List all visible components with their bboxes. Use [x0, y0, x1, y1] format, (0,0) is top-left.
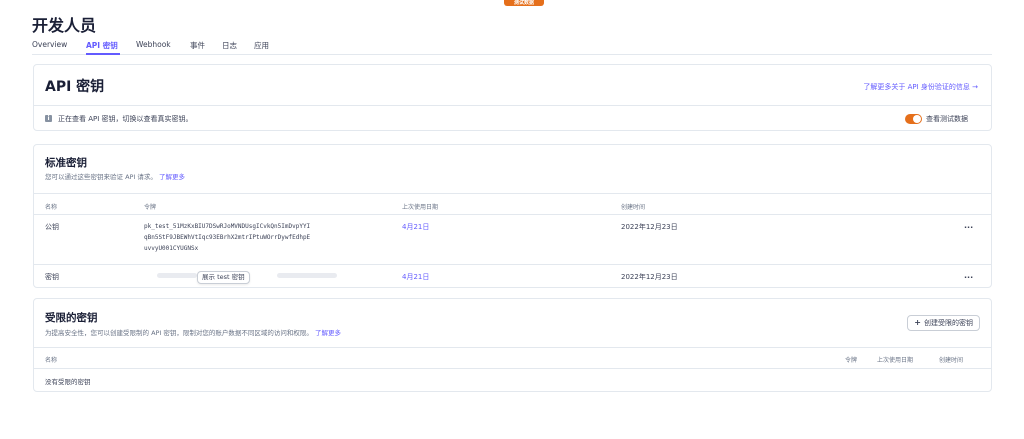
table-row-secret-key: 密钥 展示 test 密钥 4月21日 2022年12月23日 ...	[34, 266, 991, 286]
standard-subtitle-text: 您可以通过这些密钥来验证 API 请求。	[45, 173, 157, 181]
column-header-token: 令牌	[144, 204, 157, 211]
column-header-last-used: 上次使用日期	[402, 204, 439, 211]
restricted-keys-title: 受限的密钥	[45, 312, 98, 324]
tab-api-keys[interactable]: API 密钥	[86, 40, 118, 51]
tab-logs[interactable]: 日志	[222, 40, 237, 51]
column-header-name: 名称	[45, 204, 58, 211]
learn-more-auth-link[interactable]: 了解更多关于 API 身份验证的信息 →	[863, 82, 978, 92]
reveal-test-key-button[interactable]: 展示 test 密钥	[197, 271, 250, 284]
publishable-key-token-line[interactable]: uvvyU001CYUGNSx	[144, 243, 198, 254]
column-header-created: 创建时间	[939, 357, 964, 364]
active-tab-indicator	[86, 53, 120, 55]
api-keys-heading: API 密钥	[45, 79, 105, 95]
last-used-date: 4月21日	[402, 273, 430, 281]
publishable-key-token-line[interactable]: qBn5StF9JBEWhVtIqc93EBrhX2mtrIPtuWOrrDyw…	[144, 232, 310, 243]
test-data-toggle[interactable]	[905, 114, 922, 124]
toggle-label: 查看测试数据	[926, 115, 968, 123]
divider	[34, 368, 991, 369]
created-date: 2022年12月23日	[621, 223, 678, 231]
tab-apps[interactable]: 应用	[254, 40, 269, 51]
tab-webhook[interactable]: Webhook	[136, 40, 171, 49]
column-header-last-used: 上次使用日期	[877, 357, 914, 364]
notice-text: 正在查看 API 密钥，切换以查看真实密钥。	[58, 115, 193, 123]
last-used-date: 4月21日	[402, 223, 430, 231]
page-title: 开发人员	[32, 16, 97, 35]
standard-keys-subtitle: 您可以通过这些密钥来验证 API 请求。 了解更多	[45, 171, 185, 181]
publishable-key-token-line[interactable]: pk_test_51MzKxBIU7DSwRJoMVNDUsgICvkQn5Im…	[144, 221, 310, 232]
empty-state-text: 没有受限的密钥	[45, 378, 91, 386]
key-name: 公钥	[45, 223, 59, 231]
test-mode-badge: 测试数据	[504, 0, 544, 6]
column-header-name: 名称	[45, 357, 58, 364]
divider	[34, 214, 991, 215]
created-date: 2022年12月23日	[621, 273, 678, 281]
info-icon: i	[45, 115, 52, 122]
tab-events[interactable]: 事件	[190, 40, 205, 51]
standard-keys-title: 标准密钥	[45, 157, 87, 169]
column-header-created: 创建时间	[621, 204, 646, 211]
tab-overview[interactable]: Overview	[32, 40, 67, 49]
restricted-subtitle-text: 为提高安全性，您可以创建受限制的 API 密钥，限制对您的账户数据不同区域的访问…	[45, 329, 313, 337]
restricted-keys-card: 受限的密钥 为提高安全性，您可以创建受限制的 API 密钥，限制对您的账户数据不…	[33, 298, 992, 392]
masked-token-blur	[277, 273, 337, 278]
test-data-notice: i 正在查看 API 密钥，切换以查看真实密钥。 查看测试数据	[34, 105, 991, 131]
restricted-keys-subtitle: 为提高安全性，您可以创建受限制的 API 密钥，限制对您的账户数据不同区域的访问…	[45, 327, 341, 337]
key-name: 密钥	[45, 273, 59, 281]
column-header-token: 令牌	[845, 357, 858, 364]
divider	[34, 264, 991, 265]
api-keys-card: API 密钥 了解更多关于 API 身份验证的信息 → i 正在查看 API 密…	[33, 64, 992, 131]
divider	[34, 347, 991, 348]
create-restricted-key-button[interactable]: + 创建受限的密钥	[907, 315, 980, 331]
masked-token-blur	[157, 273, 197, 278]
row-menu-button[interactable]: ...	[964, 221, 973, 230]
masked-secret-token: 展示 test 密钥	[157, 271, 342, 284]
plus-icon: +	[914, 318, 921, 327]
standard-keys-card: 标准密钥 您可以通过这些密钥来验证 API 请求。 了解更多 名称 令牌 上次使…	[33, 144, 992, 288]
row-menu-button[interactable]: ...	[964, 271, 973, 280]
divider	[34, 193, 991, 194]
create-button-label: 创建受限的密钥	[924, 319, 973, 327]
standard-learn-more-link[interactable]: 了解更多	[159, 173, 185, 181]
restricted-learn-more-link[interactable]: 了解更多	[315, 329, 341, 337]
tab-bar: Overview API 密钥 Webhook 事件 日志 应用	[32, 38, 992, 55]
